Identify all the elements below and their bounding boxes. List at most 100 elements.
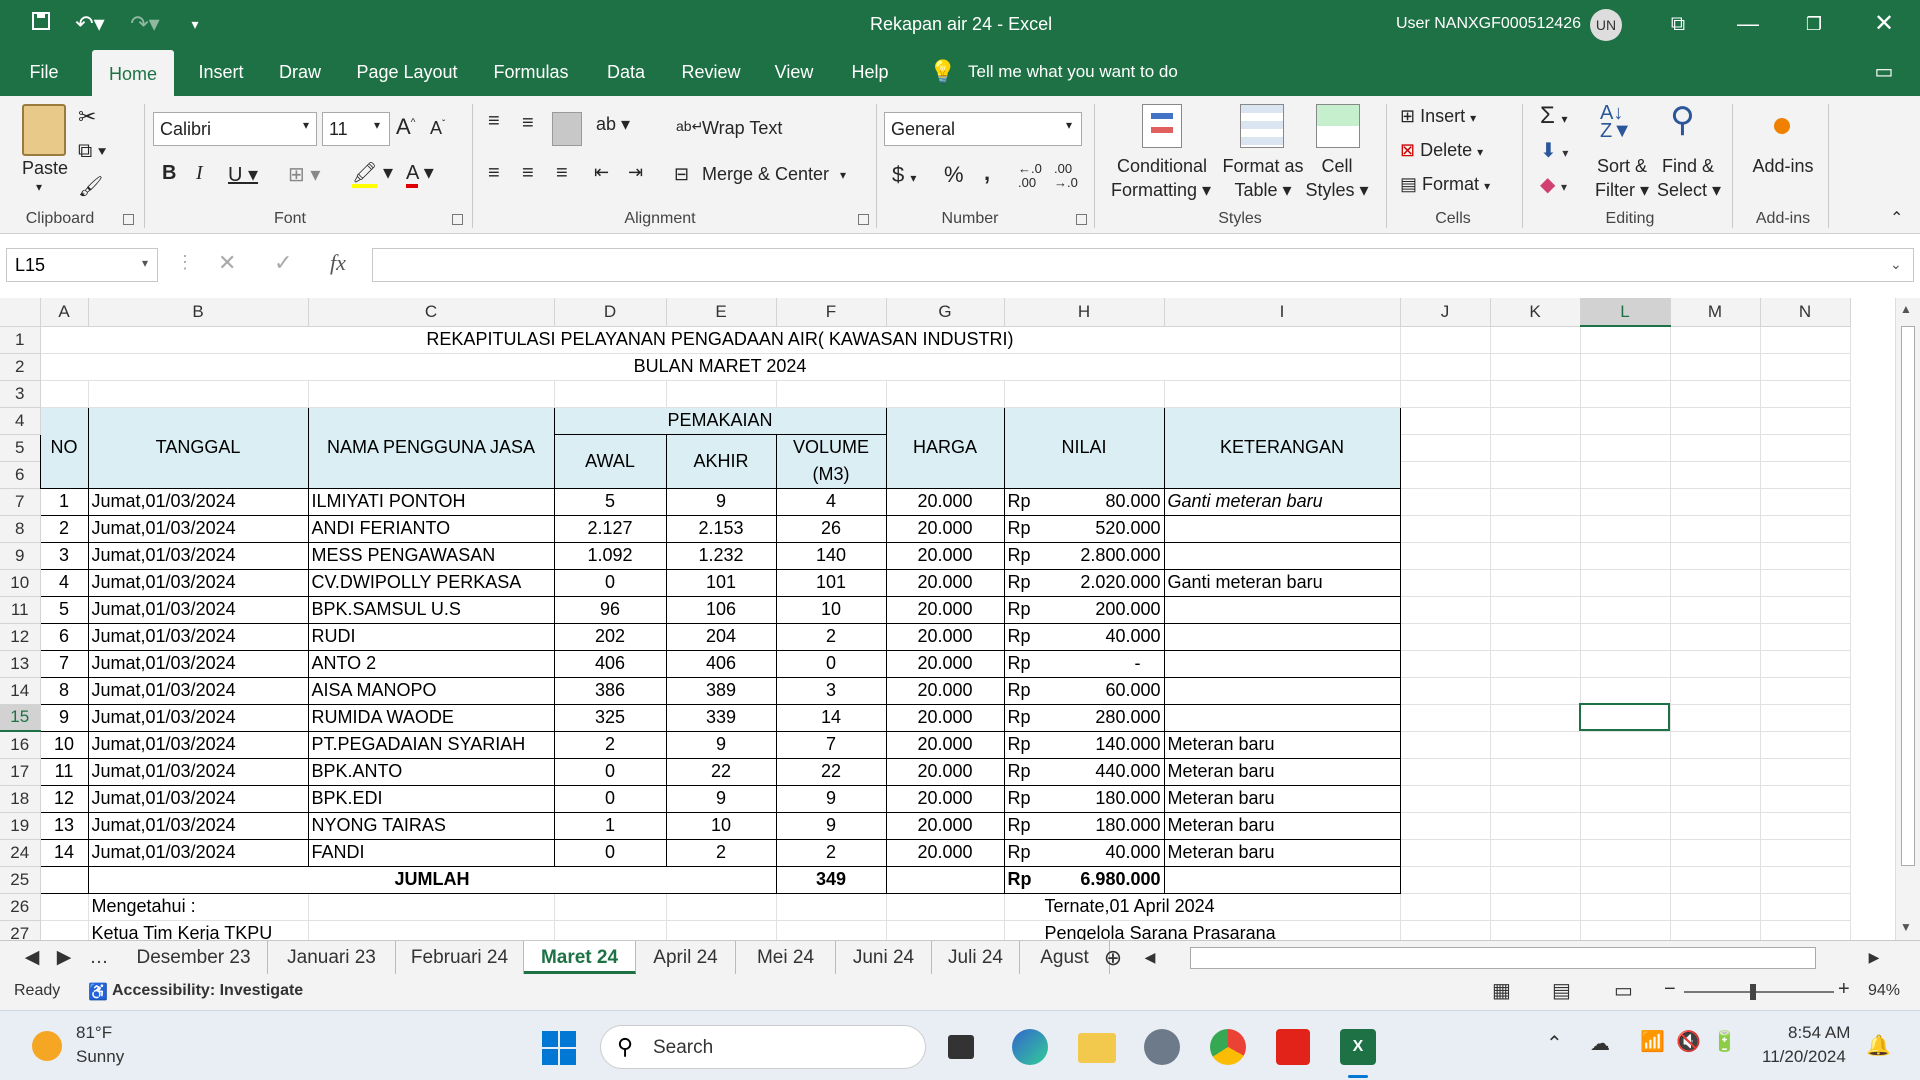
- empty-cell[interactable]: [1580, 785, 1671, 813]
- bold-button[interactable]: B: [162, 162, 176, 185]
- zoom-slider[interactable]: [1684, 991, 1834, 993]
- row-header[interactable]: 1: [0, 326, 41, 354]
- row-tanggal[interactable]: Jumat,01/03/2024: [87, 730, 309, 759]
- empty-cell[interactable]: [1400, 677, 1491, 705]
- row-header[interactable]: 18: [0, 785, 41, 813]
- empty-cell[interactable]: [1670, 785, 1761, 813]
- empty-cell[interactable]: [1400, 542, 1491, 570]
- header-nama[interactable]: NAMA PENGGUNA JASA: [307, 406, 555, 489]
- empty-cell[interactable]: [1490, 623, 1581, 651]
- empty-cell[interactable]: [1580, 731, 1671, 759]
- row-harga[interactable]: 20.000: [885, 487, 1005, 516]
- row-akhir[interactable]: 406: [665, 649, 777, 678]
- empty-cell[interactable]: [1580, 542, 1671, 570]
- empty-cell[interactable]: [1400, 812, 1491, 840]
- row-nama[interactable]: CV.DWIPOLLY PERKASA: [307, 568, 555, 597]
- maximize-icon[interactable]: ❐: [1796, 0, 1832, 48]
- row-awal[interactable]: 5: [553, 487, 667, 516]
- row-header[interactable]: 10: [0, 569, 41, 597]
- empty-cell[interactable]: [1670, 596, 1761, 624]
- column-header[interactable]: A: [40, 298, 89, 327]
- select-all-corner[interactable]: [0, 298, 41, 327]
- column-header[interactable]: B: [88, 298, 309, 327]
- row-nama[interactable]: ILMIYATI PONTOH: [307, 487, 555, 516]
- row-header[interactable]: 26: [0, 893, 41, 921]
- row-nama[interactable]: AISA MANOPO: [307, 676, 555, 705]
- mengetahui-label[interactable]: Mengetahui :: [88, 893, 309, 921]
- task-view-icon[interactable]: [948, 1035, 974, 1059]
- row-akhir[interactable]: 9: [665, 487, 777, 516]
- column-header[interactable]: M: [1670, 298, 1761, 327]
- comma-style-icon[interactable]: ,: [984, 160, 990, 186]
- weather-sun-icon[interactable]: [32, 1031, 62, 1061]
- merge-center-button[interactable]: Merge & Center: [702, 164, 829, 185]
- empty-cell[interactable]: [1490, 488, 1581, 516]
- empty-cell[interactable]: [1400, 758, 1491, 786]
- row-nilai[interactable]: Rp 180.000: [1003, 784, 1165, 813]
- merge-dropdown-icon[interactable]: ▾: [840, 168, 846, 182]
- header-awal[interactable]: AWAL: [553, 433, 667, 489]
- row-keterangan[interactable]: Meteran baru: [1163, 811, 1401, 840]
- row-keterangan[interactable]: [1163, 676, 1401, 705]
- header-no[interactable]: NO: [39, 406, 89, 489]
- number-launcher-icon[interactable]: [1076, 214, 1087, 225]
- increase-decimal-icon[interactable]: ←.0.00: [1018, 162, 1042, 190]
- row-nama[interactable]: FANDI: [307, 838, 555, 867]
- clear-icon[interactable]: ◆ ▾: [1540, 172, 1567, 197]
- save-icon[interactable]: [26, 0, 56, 48]
- clock-time[interactable]: 8:54 AM: [1788, 1023, 1850, 1043]
- row-keterangan[interactable]: Meteran baru: [1163, 838, 1401, 867]
- number-format-dropdown-icon[interactable]: ▾: [1066, 118, 1072, 132]
- row-nama[interactable]: BPK.SAMSUL U.S: [307, 595, 555, 624]
- row-harga[interactable]: 20.000: [885, 649, 1005, 678]
- row-header[interactable]: 5: [0, 434, 41, 462]
- row-volume[interactable]: 9: [775, 811, 887, 840]
- chrome-icon[interactable]: [1210, 1029, 1246, 1065]
- row-no[interactable]: 11: [39, 757, 89, 786]
- format-cells-button[interactable]: ▤ Format ▾: [1400, 174, 1490, 195]
- tab-file[interactable]: File: [18, 48, 70, 96]
- close-icon[interactable]: ✕: [1866, 0, 1902, 48]
- align-right-icon[interactable]: ≡: [556, 162, 568, 185]
- row-tanggal[interactable]: Jumat,01/03/2024: [87, 838, 309, 867]
- sheet-title[interactable]: REKAPITULASI PELAYANAN PENGADAAN AIR( KA…: [40, 326, 1401, 354]
- row-nilai[interactable]: Rp 60.000: [1003, 676, 1165, 705]
- empty-cell[interactable]: [1580, 488, 1671, 516]
- tab-formulas[interactable]: Formulas: [486, 48, 576, 96]
- empty-cell[interactable]: [1760, 677, 1851, 705]
- column-header[interactable]: C: [308, 298, 555, 327]
- row-tanggal[interactable]: Jumat,01/03/2024: [87, 784, 309, 813]
- column-header[interactable]: J: [1400, 298, 1491, 327]
- column-header[interactable]: L: [1580, 298, 1671, 327]
- empty-cell[interactable]: [1490, 515, 1581, 543]
- weather-condition[interactable]: Sunny: [76, 1047, 124, 1067]
- cell-styles-line2-wrap[interactable]: Styles ▾: [1300, 180, 1374, 201]
- wrap-text-button[interactable]: Wrap Text: [702, 118, 782, 139]
- row-harga[interactable]: 20.000: [885, 595, 1005, 624]
- column-header[interactable]: D: [554, 298, 667, 327]
- worksheet-grid[interactable]: A B C D E F G H I J K L M N 1 REKAPITULA…: [0, 298, 1895, 940]
- row-volume[interactable]: 2: [775, 622, 887, 651]
- clock-date[interactable]: 11/20/2024: [1762, 1047, 1846, 1067]
- row-nama[interactable]: MESS PENGAWASAN: [307, 541, 555, 570]
- volume-muted-icon[interactable]: 🔇: [1676, 1029, 1701, 1054]
- tab-review[interactable]: Review: [676, 48, 746, 96]
- row-akhir[interactable]: 9: [665, 730, 777, 759]
- fill-icon[interactable]: ⬇ ▾: [1540, 138, 1568, 163]
- row-volume[interactable]: 14: [775, 703, 887, 732]
- row-keterangan[interactable]: [1163, 541, 1401, 570]
- row-header[interactable]: 2: [0, 353, 41, 381]
- find-select-line2-wrap[interactable]: Select ▾: [1654, 180, 1724, 201]
- empty-cell[interactable]: [1490, 677, 1581, 705]
- empty-cell[interactable]: [1400, 785, 1491, 813]
- page-layout-view-icon[interactable]: ▤: [1552, 978, 1571, 1003]
- customize-qat-icon[interactable]: ▾: [185, 0, 205, 48]
- scroll-thumb[interactable]: [1901, 326, 1915, 866]
- header-keterangan[interactable]: KETERANGAN: [1163, 406, 1401, 489]
- row-volume[interactable]: 26: [775, 514, 887, 543]
- row-harga[interactable]: 20.000: [885, 730, 1005, 759]
- row-keterangan[interactable]: Meteran baru: [1163, 784, 1401, 813]
- vertical-scrollbar[interactable]: ▲ ▼: [1895, 298, 1920, 940]
- row-volume[interactable]: 4: [775, 487, 887, 516]
- expand-formula-bar-icon[interactable]: ⌄: [1890, 256, 1902, 273]
